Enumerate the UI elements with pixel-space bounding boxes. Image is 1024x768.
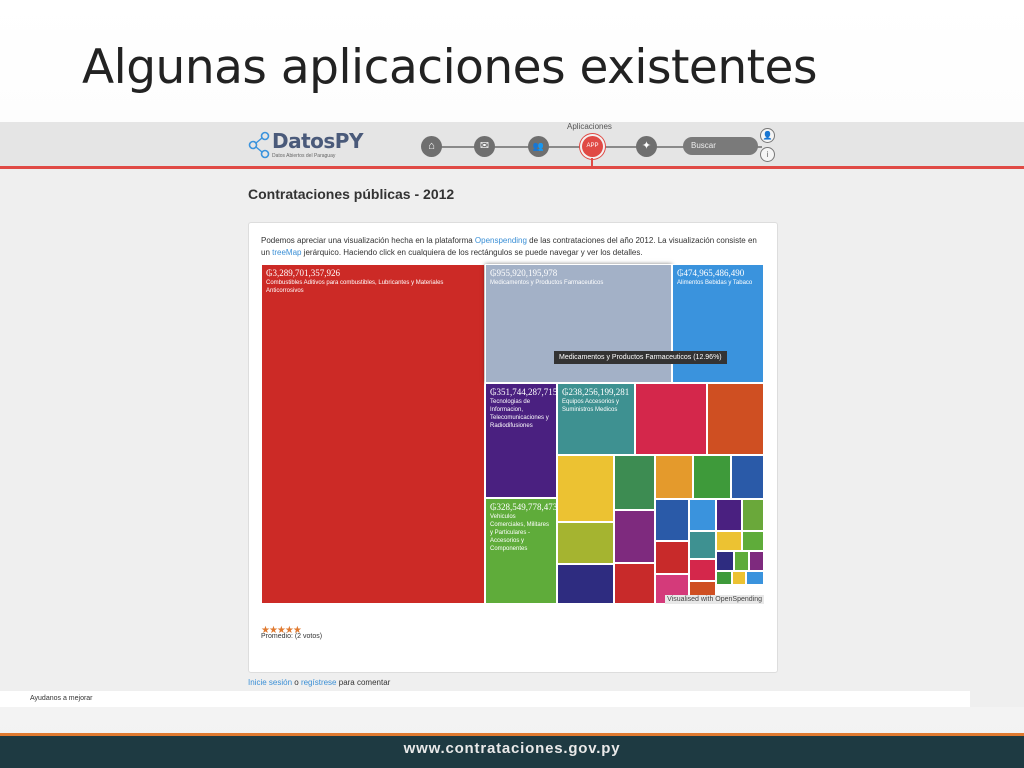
treemap-tile[interactable] [716,499,742,531]
treemap-tile[interactable] [731,455,764,499]
treemap-tile[interactable] [614,563,655,604]
treemap-tile-tecnologias[interactable]: ₲351,744,287,715 Tecnologias de Informac… [485,383,557,498]
treemap-tile[interactable] [655,541,689,574]
tile-value: ₲3,289,701,357,926 [266,268,340,278]
screenshot-area: DatosPY Datos Abiertos del Paraguay Apli… [0,122,1024,707]
datospy-logo[interactable]: DatosPY Datos Abiertos del Paraguay [248,128,368,162]
description-text-1: Podemos apreciar una visualización hecha… [261,236,475,245]
treemap-tile[interactable] [693,455,731,499]
tile-value: ₲955,920,195,978 [490,268,558,278]
treemap: ₲3,289,701,357,926 Combustibles Aditivos… [261,264,764,604]
active-nav-indicator [591,158,593,168]
user-icon[interactable]: 👤 [760,128,775,143]
rating-average: Promedio: (2 votos) [261,633,323,640]
treemap-tile[interactable] [689,559,716,581]
treemap-tile[interactable] [689,499,716,531]
treemap-tile[interactable] [742,499,764,531]
active-nav-label: Aplicaciones [567,122,612,131]
slide-title: Algunas aplicaciones existentes [82,40,817,95]
treemap-tile-vehiculos[interactable]: ₲328,549,778,473 Vehiculos Comerciales, … [485,498,557,604]
treemap-tile-alimentos[interactable]: ₲474,965,486,490 Alimentos Bebidas y Tab… [672,264,764,383]
tile-label: Vehiculos Comerciales, Militares y Parti… [490,514,550,552]
treemap-tile[interactable] [716,551,734,571]
inbox-icon[interactable]: ✉ [474,136,495,157]
treemap-tile[interactable] [716,531,742,551]
treemap-tile[interactable] [614,510,655,563]
help-bar[interactable]: Ayudanos a mejorar [0,691,970,707]
treemap-tile[interactable] [635,383,707,455]
tile-value: ₲351,744,287,715 [490,387,557,397]
comment-prompt: Inicie sesión o regístrese para comentar [248,678,390,687]
treemap-tile[interactable] [734,551,749,571]
treemap-tile[interactable] [742,531,764,551]
tile-label: Tecnologias de Informacion, Telecomunica… [490,399,549,429]
home-icon[interactable]: ⌂ [421,136,442,157]
treemap-tile-equipos-medicos[interactable]: ₲238,256,199,281 Equipos Accesorios y Su… [557,383,635,455]
treemap-tile[interactable] [557,455,614,522]
tile-value: ₲328,549,778,473 [490,502,557,512]
tile-value: ₲238,256,199,281 [562,387,630,397]
openspending-credit[interactable]: Visualised with OpenSpending [665,595,764,604]
treemap-tile[interactable] [716,571,732,585]
search-input[interactable]: Buscar [683,137,758,155]
footer-url: www.contrataciones.gov.py [403,740,621,757]
treemap-tile-combustibles[interactable]: ₲3,289,701,357,926 Combustibles Aditivos… [261,264,485,604]
tile-label: Medicamentos y Productos Farmaceuticos [490,280,604,286]
treemap-tile-medicamentos[interactable]: ₲955,920,195,978 Medicamentos y Producto… [485,264,672,383]
register-link[interactable]: regístrese [301,678,337,687]
treemap-tile[interactable] [655,499,689,541]
treemap-tile[interactable] [557,522,614,564]
treemap-tile[interactable] [614,455,655,510]
logo-subtitle: Datos Abiertos del Paraguay [272,153,336,159]
treemap-link[interactable]: treeMap [272,248,301,257]
treemap-tile[interactable] [749,551,764,571]
treemap-tile[interactable] [746,571,764,585]
treemap-tile[interactable] [689,531,716,559]
logo-text: DatosPY [272,129,363,153]
footer-accent-line [0,733,1024,736]
site-header: DatosPY Datos Abiertos del Paraguay Apli… [0,122,1024,169]
tile-label: Alimentos Bebidas y Tabaco [677,280,753,286]
treemap-tile[interactable] [732,571,746,585]
people-icon[interactable]: 👥 [528,136,549,157]
tile-value: ₲474,965,486,490 [677,268,745,278]
network-logo-icon [248,131,270,159]
comment-text: para comentar [336,678,391,687]
description: Podemos apreciar una visualización hecha… [261,235,767,259]
content-card: Podemos apreciar una visualización hecha… [248,222,778,673]
or-text: o [292,678,301,687]
page-heading: Contrataciones públicas - 2012 [248,186,455,202]
login-link[interactable]: Inicie sesión [248,678,292,687]
rocket-icon[interactable]: ✦ [636,136,657,157]
tile-label: Equipos Accesorios y Suministros Medicos [562,399,620,413]
tile-label: Combustibles Aditivos para combustibles,… [266,280,444,294]
apps-icon[interactable]: APP [582,136,603,157]
description-text-3: jerárquico. Haciendo click en cualquiera… [301,248,643,257]
treemap-tile[interactable] [557,564,614,604]
openspending-link[interactable]: Openspending [475,236,527,245]
treemap-tooltip: Medicamentos y Productos Farmaceuticos (… [554,351,727,364]
info-icon[interactable]: i [760,147,775,162]
treemap-tile[interactable] [707,383,764,455]
treemap-tile[interactable] [655,455,693,499]
